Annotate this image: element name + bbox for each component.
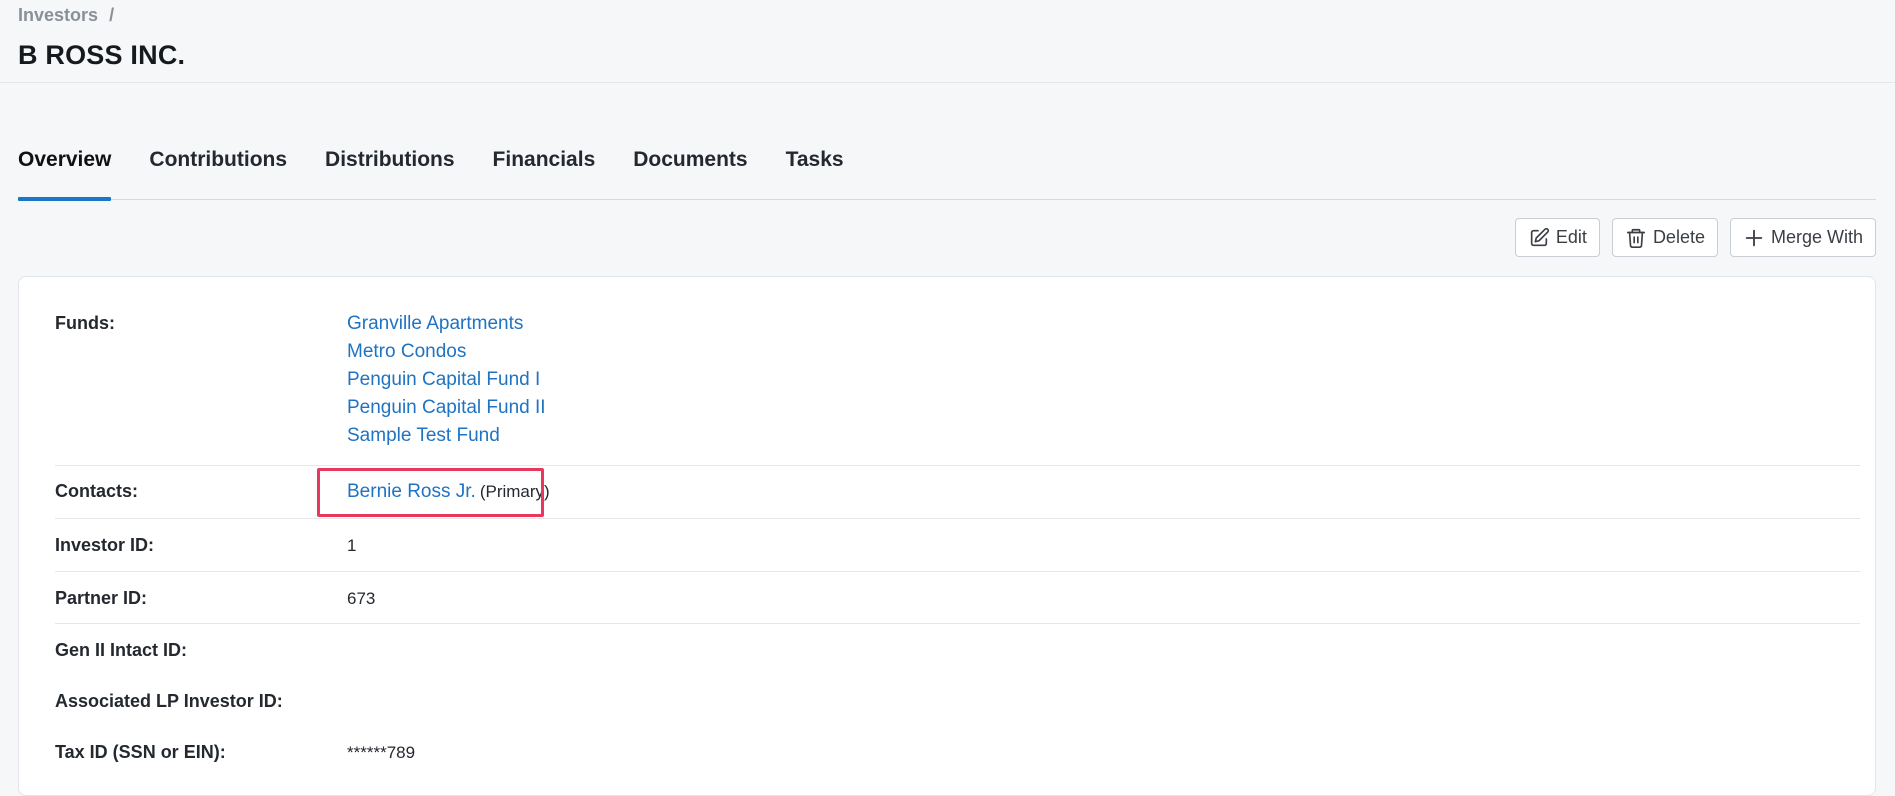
tax-id-label: Tax ID (SSN or EIN): [55,742,226,762]
tab-contributions[interactable]: Contributions [149,140,287,200]
tax-id-row: Tax ID (SSN or EIN): ******789 [55,726,1860,777]
page-title: B ROSS INC. [18,40,186,70]
funds-row: Funds: Granville Apartments Metro Condos… [55,277,1860,466]
fund-link[interactable]: Metro Condos [347,338,546,366]
contacts-label: Contacts: [55,481,139,501]
associated-lp-investor-id-label: Associated LP Investor ID: [55,691,283,711]
tab-financials[interactable]: Financials [493,140,596,200]
plus-icon [1745,229,1763,246]
delete-button-label: Delete [1652,227,1705,247]
tab-documents[interactable]: Documents [633,140,747,200]
funds-label: Funds: [55,313,115,333]
investor-details-card: Funds: Granville Apartments Metro Condos… [18,276,1876,796]
tab-tasks[interactable]: Tasks [786,140,844,200]
partner-id-value: 673 [347,589,376,608]
tax-id-value: ******789 [347,743,416,762]
gen2-intact-id-label: Gen II Intact ID: [55,640,188,660]
partner-id-row: Partner ID: 673 [55,572,1860,624]
associated-lp-investor-id-row: Associated LP Investor ID: [55,675,1860,726]
merge-with-button-label: Merge With [1770,227,1863,247]
investor-id-value: 1 [347,536,357,555]
breadcrumb-separator: / [109,5,115,25]
trash-icon [1626,228,1646,248]
tab-overview[interactable]: Overview [18,140,112,201]
fund-link[interactable]: Penguin Capital Fund I [347,366,546,394]
tab-bar: Overview Contributions Distributions Fin… [18,140,1876,201]
contact-highlight-box [317,468,544,517]
fund-link[interactable]: Penguin Capital Fund II [347,394,546,422]
breadcrumb-investors-link[interactable]: Investors [18,5,98,25]
delete-button[interactable]: Delete [1611,218,1718,257]
funds-list: Granville Apartments Metro Condos Pengui… [347,310,546,450]
page-header: Investors / B ROSS INC. [0,0,1895,83]
merge-with-button[interactable]: Merge With [1729,218,1876,257]
gen2-intact-id-row: Gen II Intact ID: [55,624,1860,675]
fund-link[interactable]: Granville Apartments [347,310,546,338]
edit-icon [1530,227,1549,246]
tab-distributions[interactable]: Distributions [325,140,455,200]
edit-button-label: Edit [1555,227,1587,247]
edit-button[interactable]: Edit [1514,218,1600,257]
fund-link[interactable]: Sample Test Fund [347,422,546,450]
partner-id-label: Partner ID: [55,588,148,608]
investor-id-label: Investor ID: [55,535,155,555]
investor-id-row: Investor ID: 1 [55,519,1860,572]
breadcrumb: Investors / [18,5,114,26]
action-toolbar: Edit Delete Merge With [1514,218,1876,257]
